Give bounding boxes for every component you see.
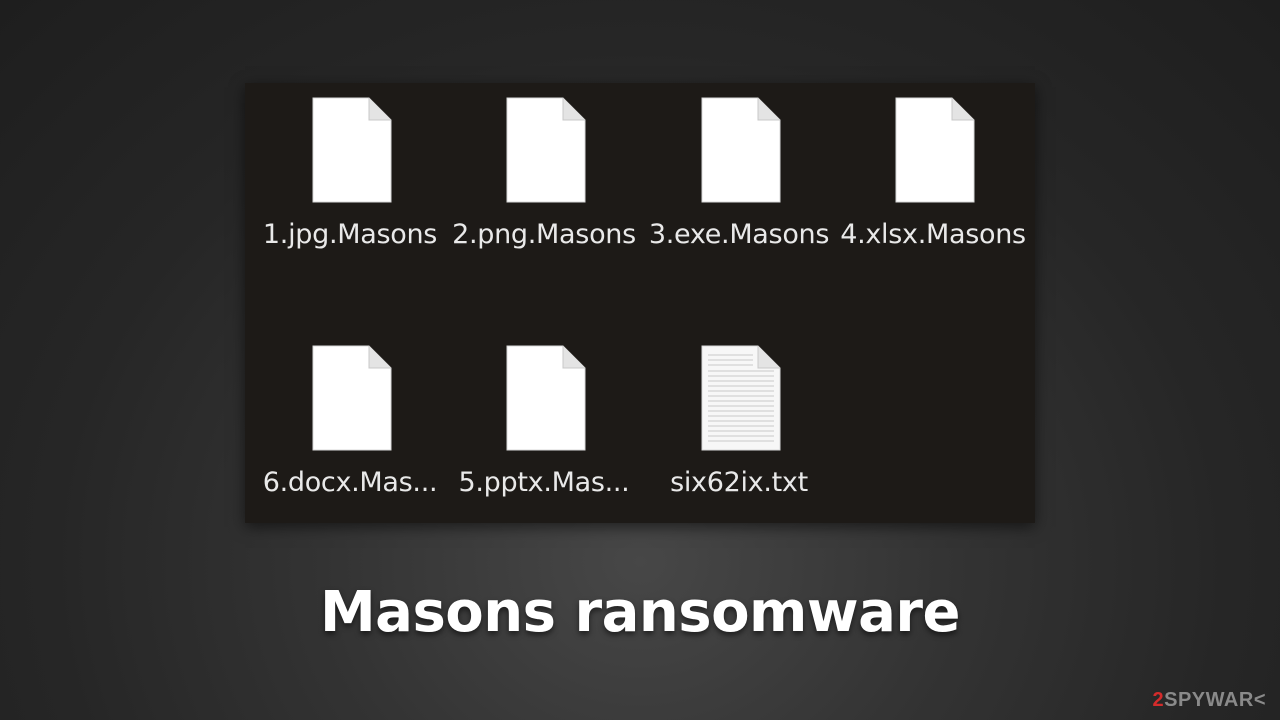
file-name: six62ix.txt: [670, 467, 808, 498]
file-item-2-png[interactable]: 2.png.Masons: [446, 83, 642, 263]
file-name: 3.exe.Masons: [648, 219, 830, 250]
file-item-6-docx[interactable]: 6.docx.Mas...: [252, 331, 448, 511]
blank-file-icon: [895, 97, 975, 203]
file-name: 4.xlsx.Masons: [840, 219, 1026, 250]
blank-file-icon: [312, 345, 392, 451]
file-item-3-exe[interactable]: 3.exe.Masons: [641, 83, 837, 263]
file-item-1-jpg[interactable]: 1.jpg.Masons: [252, 83, 448, 263]
site-watermark-logo: 2SPYWAR<: [1153, 689, 1267, 712]
file-name: 2.png.Masons: [452, 219, 636, 250]
blank-file-icon: [506, 97, 586, 203]
text-file-icon: [701, 345, 781, 451]
blank-file-icon: [312, 97, 392, 203]
blank-file-icon: [701, 97, 781, 203]
file-explorer-panel: 1.jpg.Masons 2.png.Masons 3.exe.Masons 4…: [245, 83, 1035, 523]
watermark-arrow-icon: <: [1253, 689, 1266, 711]
file-name: 5.pptx.Mas...: [458, 467, 630, 498]
file-name: 6.docx.Mas...: [262, 467, 438, 498]
file-name: 1.jpg.Masons: [262, 219, 438, 250]
file-item-ransom-note[interactable]: six62ix.txt: [641, 331, 837, 511]
file-item-4-xlsx[interactable]: 4.xlsx.Masons: [835, 83, 1031, 263]
page-title: Masons ransomware: [319, 580, 961, 645]
file-item-5-pptx[interactable]: 5.pptx.Mas...: [446, 331, 642, 511]
watermark-digit: 2: [1152, 689, 1165, 711]
blank-file-icon: [506, 345, 586, 451]
watermark-word: SPYWAR: [1164, 689, 1254, 711]
